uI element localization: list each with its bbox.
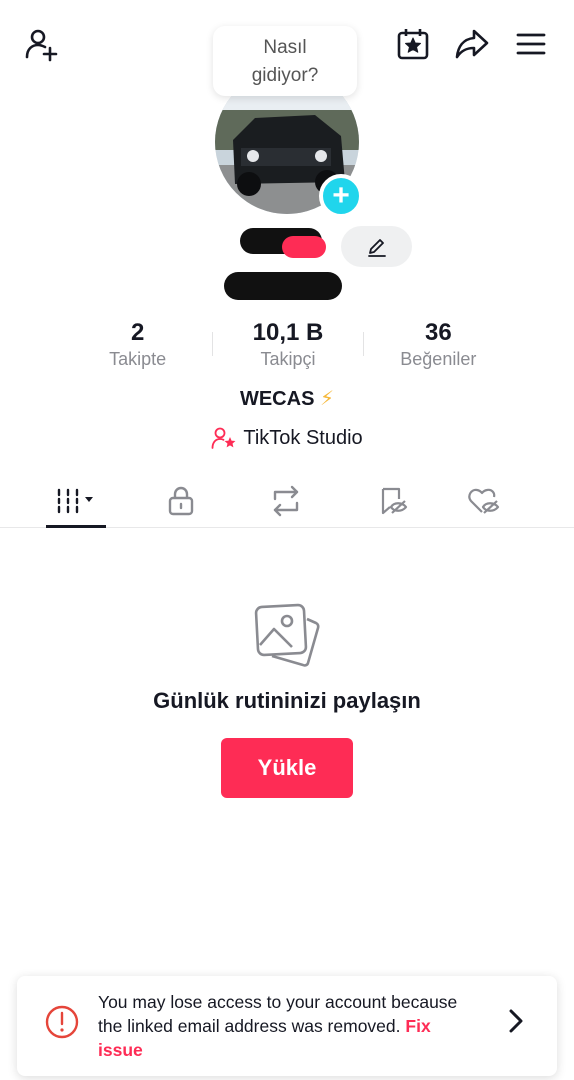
calendar-star-icon[interactable] (391, 22, 435, 66)
share-icon[interactable] (450, 22, 494, 66)
tiktok-studio-link[interactable]: TikTok Studio (0, 426, 574, 450)
bio-text: WECAS (239, 388, 315, 410)
likes-stat[interactable]: 36 Beğeniler (364, 318, 513, 374)
following-stat[interactable]: 2 Takipte (63, 318, 212, 374)
redacted-username (224, 272, 342, 300)
photos-icon (254, 603, 320, 667)
tab-reposts[interactable] (212, 474, 360, 527)
chevron-right-icon[interactable] (505, 1006, 527, 1036)
following-label: Takipte (109, 349, 167, 369)
edit-profile-button[interactable] (341, 226, 412, 267)
tab-videos[interactable] (0, 474, 150, 528)
name-badge (282, 236, 326, 258)
followers-stat[interactable]: 10,1 B Takipçi (213, 318, 362, 374)
videos-grid-icon (57, 488, 93, 513)
followers-count: 10,1 B (252, 319, 324, 346)
plus-icon: + (332, 179, 350, 212)
status-bubble[interactable]: Nasıl gidiyor? (213, 26, 357, 96)
content-tabs (0, 474, 574, 528)
empty-state-title: Günlük rutininizi paylaşın (153, 688, 421, 713)
status-bubble-line2: gidiyor? (251, 65, 319, 86)
creator-star-icon (211, 427, 236, 449)
lock-icon (168, 486, 194, 515)
studio-label: TikTok Studio (243, 426, 363, 449)
profile-stats: 2 Takipte 10,1 B Takipçi 36 Beğeniler (63, 318, 513, 374)
pencil-icon (367, 238, 386, 257)
tab-liked[interactable] (426, 474, 542, 527)
repost-icon (273, 485, 299, 516)
profile-bio[interactable]: WECAS ⚡ (0, 386, 574, 411)
alert-icon (45, 1005, 79, 1039)
tab-favorites[interactable] (360, 474, 426, 527)
followers-label: Takipçi (260, 349, 316, 369)
following-count: 2 (130, 319, 145, 346)
account-warning-card[interactable]: You may lose access to your account beca… (17, 976, 557, 1076)
active-tab-indicator (46, 525, 106, 528)
heart-hidden-icon (468, 488, 500, 514)
likes-count: 36 (424, 319, 452, 346)
warning-message: You may lose access to your account beca… (98, 990, 478, 1062)
lightning-icon: ⚡ (319, 388, 335, 410)
add-friend-icon[interactable] (20, 22, 64, 66)
tab-private[interactable] (150, 474, 212, 527)
menu-icon[interactable] (509, 22, 553, 66)
upload-button[interactable]: Yükle (221, 738, 353, 798)
likes-label: Beğeniler (400, 349, 477, 369)
bookmark-hidden-icon (381, 487, 408, 514)
status-bubble-line1: Nasıl (263, 37, 307, 58)
warning-text: You may lose access to your account beca… (98, 992, 458, 1036)
add-avatar-button[interactable]: + (319, 174, 363, 218)
